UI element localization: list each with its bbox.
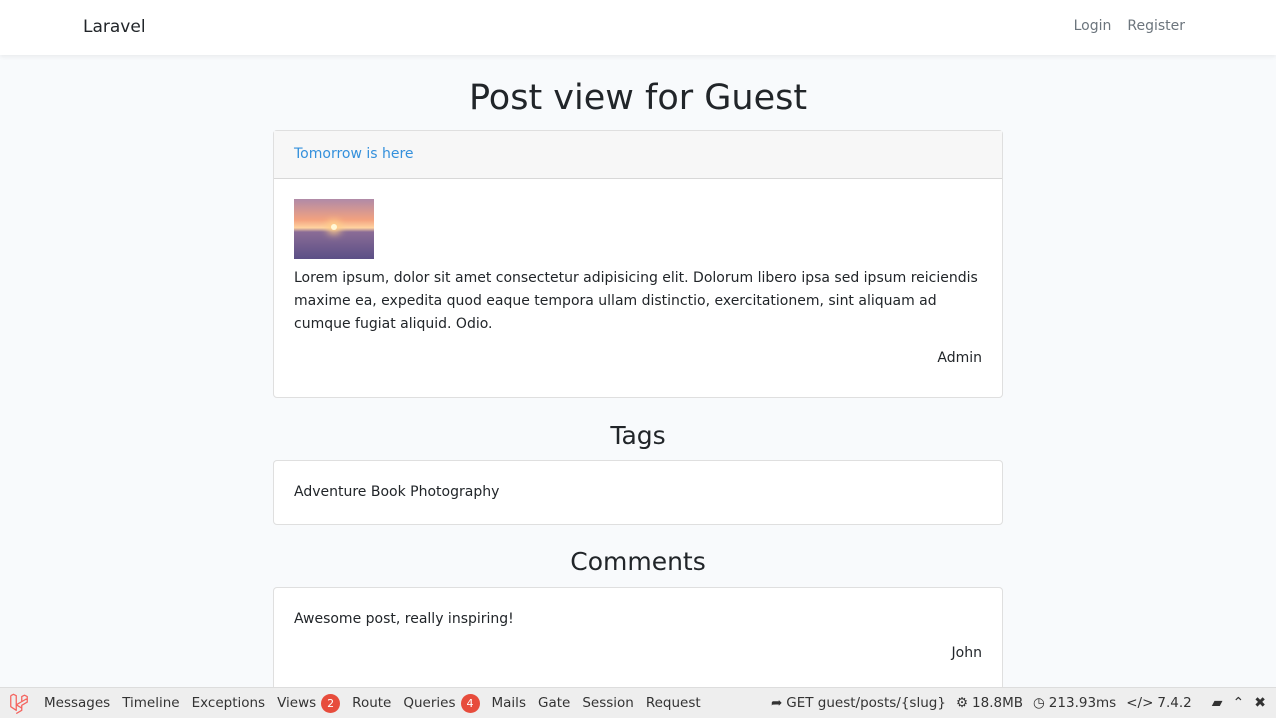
debugbar-tab-session[interactable]: Session (582, 695, 634, 711)
close-icon[interactable]: ✖ (1254, 695, 1266, 711)
debugbar-tab-messages[interactable]: Messages (44, 695, 110, 711)
comment-card: Awesome post, really inspiring! John (273, 587, 1003, 697)
post-title-link[interactable]: Tomorrow is here (294, 146, 414, 162)
debugbar-stats: ➦ GET guest/posts/{slug} ⚙ 18.8MB ◷ 213.… (771, 688, 1266, 718)
debugbar-tab-views[interactable]: Views 2 (277, 693, 341, 713)
comment-author: John (951, 645, 982, 661)
comment-card-body: Awesome post, really inspiring! John (274, 588, 1002, 685)
debugbar-tab-exceptions[interactable]: Exceptions (192, 695, 265, 711)
nav-links: Login Register (1074, 18, 1185, 34)
code-icon: </> (1126, 695, 1154, 711)
chevron-up-icon[interactable]: ⌃ (1233, 695, 1245, 711)
tags-list: Adventure Book Photography (294, 484, 500, 500)
post-card-body: Lorem ipsum, dolor sit amet consectetur … (274, 179, 1002, 390)
debugbar: Messages Timeline Exceptions Views 2 Rout… (0, 687, 1276, 718)
queries-count-badge: 4 (460, 693, 480, 713)
debugbar-tab-mails[interactable]: Mails (492, 695, 526, 711)
tags-heading: Tags (610, 421, 666, 450)
comment-text: Awesome post, really inspiring! (294, 611, 514, 627)
time-stat: ◷ 213.93ms (1033, 695, 1117, 711)
debugbar-tab-route[interactable]: Route (352, 695, 391, 711)
post-image (294, 199, 374, 259)
page-title: Post view for Guest (468, 78, 808, 118)
top-navbar: Laravel Login Register (0, 0, 1276, 55)
login-link[interactable]: Login (1074, 18, 1112, 34)
debugbar-tab-queries[interactable]: Queries 4 (403, 693, 480, 713)
register-link[interactable]: Register (1127, 18, 1185, 34)
folder-open-icon[interactable]: ▰ (1212, 695, 1223, 711)
post-card-header: Tomorrow is here (274, 131, 1002, 179)
laravel-logo-icon[interactable] (4, 688, 34, 718)
debugbar-tab-timeline[interactable]: Timeline (122, 695, 179, 711)
clock-icon: ◷ (1033, 695, 1045, 711)
post-card: Tomorrow is here Lorem ipsum, dolor sit … (273, 130, 1003, 398)
brand-link[interactable]: Laravel (83, 17, 146, 37)
debugbar-tab-gate[interactable]: Gate (538, 695, 570, 711)
tags-card: Adventure Book Photography (273, 460, 1003, 525)
route-stat: ➦ GET guest/posts/{slug} (770, 695, 946, 711)
memory-stat: ⚙ 18.8MB (955, 695, 1024, 711)
debugbar-tabs: Messages Timeline Exceptions Views 2 Rout… (44, 693, 701, 713)
cogs-icon: ⚙ (955, 695, 969, 711)
comments-heading: Comments (570, 547, 706, 576)
share-arrow-icon: ➦ (770, 695, 783, 711)
post-body: Lorem ipsum, dolor sit amet consectetur … (294, 270, 978, 332)
views-count-badge: 2 (321, 693, 341, 713)
debugbar-controls: ▰ ⌃ ✖ (1212, 695, 1266, 711)
tags-card-body: Adventure Book Photography (274, 461, 1002, 524)
post-author: Admin (937, 350, 982, 366)
debugbar-tab-request[interactable]: Request (646, 695, 701, 711)
php-version-stat: </> 7.4.2 (1126, 695, 1192, 711)
